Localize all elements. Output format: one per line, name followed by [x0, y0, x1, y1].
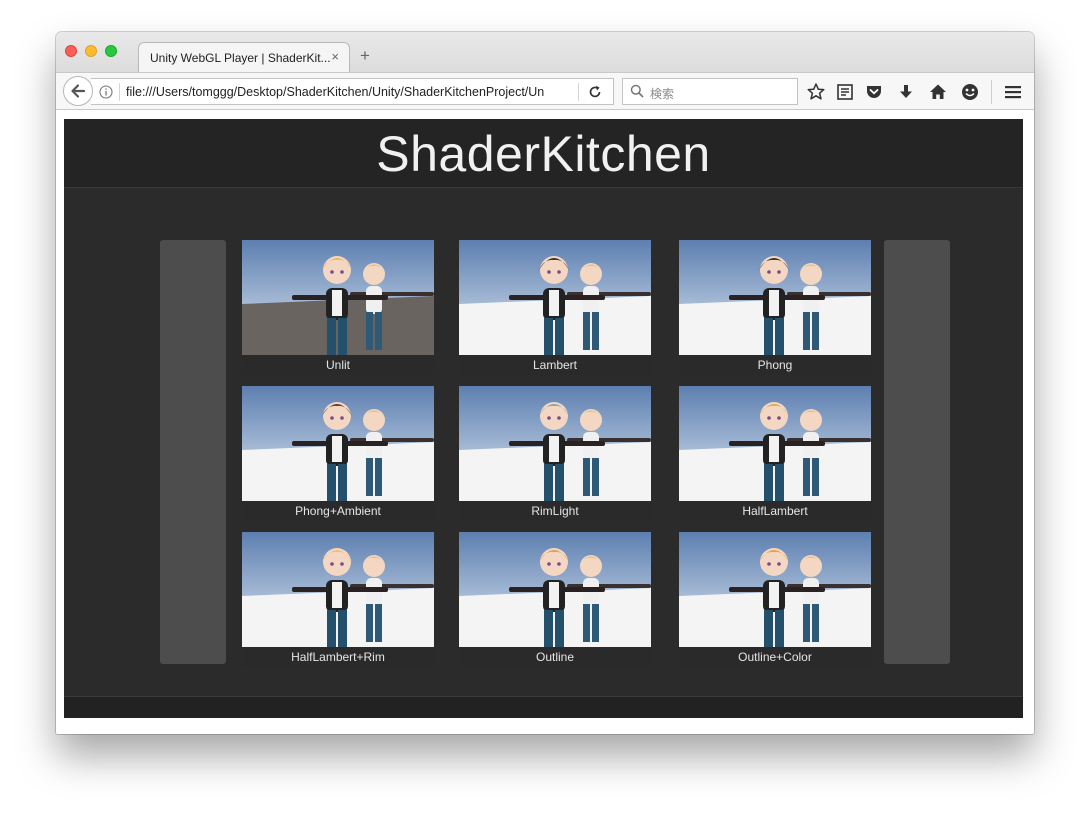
home-icon[interactable] — [928, 82, 948, 102]
shader-preview-image — [679, 386, 871, 501]
shader-preview-image — [242, 240, 434, 355]
right-scroll-panel[interactable] — [884, 240, 950, 664]
shader-tile-halflambert[interactable]: HalfLambert — [679, 386, 871, 521]
search-icon — [630, 84, 644, 98]
shader-preview-image — [242, 532, 434, 647]
shader-tile-label: HalfLambert+Rim — [242, 647, 434, 667]
shader-tile-label: Lambert — [459, 355, 651, 375]
reload-separator — [578, 83, 579, 101]
unity-webgl-canvas[interactable]: ShaderKitchen Unlit Lambert Phong Phong+Amb… — [64, 119, 1023, 718]
search-placeholder: 検索 — [650, 87, 675, 101]
shader-tile-outline-color[interactable]: Outline+Color — [679, 532, 871, 667]
tab-close-icon[interactable]: × — [331, 49, 339, 64]
shader-tile-rimlight[interactable]: RimLight — [459, 386, 651, 521]
shader-preview-image — [679, 240, 871, 355]
page-content: ShaderKitchen Unlit Lambert Phong Phong+Amb… — [56, 110, 1034, 734]
reader-view-icon[interactable] — [835, 82, 855, 102]
shader-tile-label: Phong+Ambient — [242, 501, 434, 521]
left-scroll-panel[interactable] — [160, 240, 226, 664]
shader-tile-label: RimLight — [459, 501, 651, 521]
shader-tile-label: Phong — [679, 355, 871, 375]
url-bar[interactable]: file:///Users/tomggg/Desktop/ShaderKitch… — [91, 78, 614, 105]
browser-window: Unity WebGL Player | ShaderKit... × + fi… — [56, 32, 1034, 734]
footer-band — [64, 696, 1023, 718]
title-bar: Unity WebGL Player | ShaderKit... × + — [56, 32, 1034, 72]
url-separator — [119, 83, 120, 101]
shader-tile-label: Outline+Color — [679, 647, 871, 667]
bookmark-star-icon[interactable] — [806, 82, 826, 102]
toolbar-separator — [991, 80, 992, 104]
back-button[interactable] — [63, 76, 93, 106]
shader-tile-label: Outline — [459, 647, 651, 667]
close-window-button[interactable] — [65, 45, 77, 57]
search-bar[interactable]: 検索 — [622, 78, 798, 105]
minimize-window-button[interactable] — [85, 45, 97, 57]
download-icon[interactable] — [896, 82, 916, 102]
shader-tile-outline[interactable]: Outline — [459, 532, 651, 667]
url-text[interactable]: file:///Users/tomggg/Desktop/ShaderKitch… — [126, 85, 556, 99]
shader-tile-lambert[interactable]: Lambert — [459, 240, 651, 375]
shader-tile-label: HalfLambert — [679, 501, 871, 521]
shader-preview-image — [459, 532, 651, 647]
shader-tile-phong-ambient[interactable]: Phong+Ambient — [242, 386, 434, 521]
reload-icon[interactable] — [587, 84, 603, 100]
back-arrow-icon — [71, 84, 86, 98]
browser-tab[interactable]: Unity WebGL Player | ShaderKit... × — [138, 42, 350, 72]
shader-tile-halflambert-rim[interactable]: HalfLambert+Rim — [242, 532, 434, 667]
app-title: ShaderKitchen — [376, 126, 711, 182]
shader-tile-label: Unlit — [242, 355, 434, 375]
maximize-window-button[interactable] — [105, 45, 117, 57]
new-tab-button[interactable]: + — [360, 46, 370, 66]
shader-preview-image — [679, 532, 871, 647]
navigation-bar: file:///Users/tomggg/Desktop/ShaderKitch… — [56, 72, 1034, 110]
tab-title: Unity WebGL Player | ShaderKit... — [150, 51, 331, 65]
shader-tile-unlit[interactable]: Unlit — [242, 240, 434, 375]
shader-preview-image — [459, 386, 651, 501]
shader-tile-phong[interactable]: Phong — [679, 240, 871, 375]
info-icon[interactable] — [99, 85, 113, 99]
emoji-icon[interactable] — [960, 82, 980, 102]
shader-preview-image — [459, 240, 651, 355]
shader-preview-image — [242, 386, 434, 501]
header-band: ShaderKitchen — [64, 119, 1023, 188]
hamburger-menu-icon[interactable] — [1003, 82, 1023, 102]
pocket-icon[interactable] — [864, 82, 884, 102]
